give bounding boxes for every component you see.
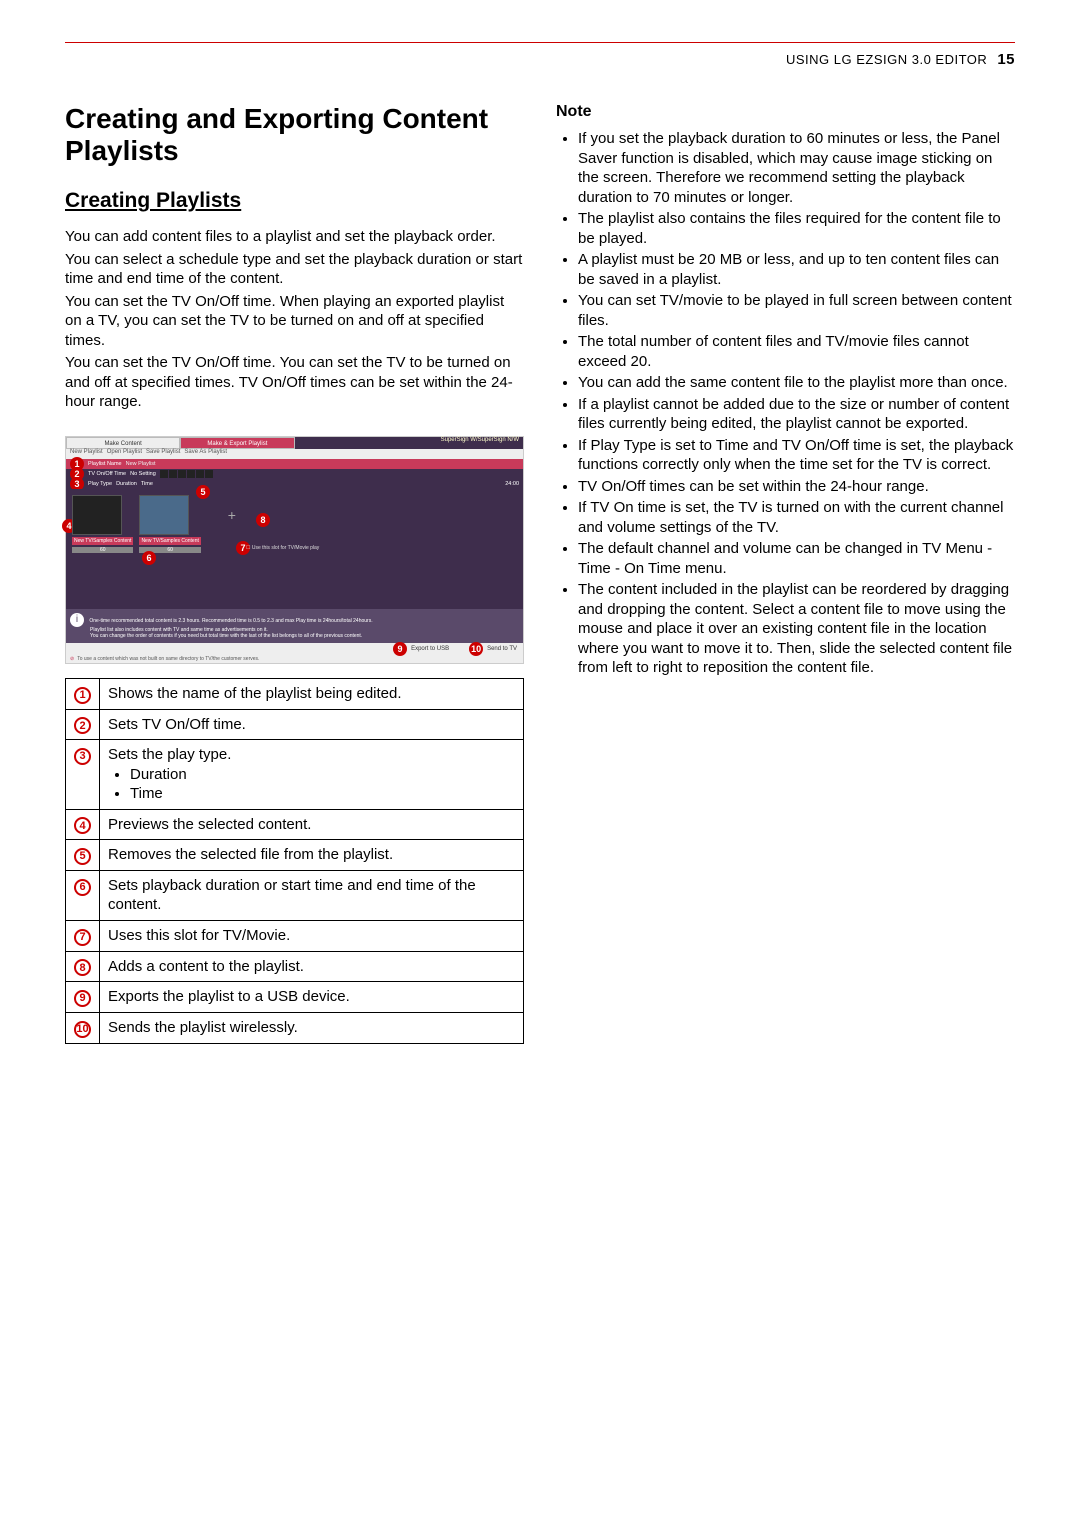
page-title: Creating and Exporting Content Playlists xyxy=(65,103,524,167)
list-item: A playlist must be 20 MB or less, and up… xyxy=(578,250,1015,289)
legend-table: 1Shows the name of the playlist being ed… xyxy=(65,678,524,1044)
table-row: 4Previews the selected content. xyxy=(66,809,524,840)
callout-6: 6 xyxy=(74,879,91,896)
tab-make-export: Make & Export Playlist xyxy=(180,437,294,449)
list-item: You can set TV/movie to be played in ful… xyxy=(578,291,1015,330)
list-item: The total number of content files and TV… xyxy=(578,332,1015,371)
row-tv-onoff: TV On/Off Time xyxy=(88,471,126,477)
list-item: TV On/Off times can be set within the 24… xyxy=(578,477,1015,497)
callout-5: 5 xyxy=(74,848,91,865)
btn-new-tv-content-1: New TV/Samples Content xyxy=(72,537,133,545)
list-item: The default channel and volume can be ch… xyxy=(578,539,1015,578)
section-title: Creating Playlists xyxy=(65,189,524,213)
table-row: 3Sets the play type. DurationTime xyxy=(66,740,524,810)
table-row: 1Shows the name of the playlist being ed… xyxy=(66,678,524,709)
footer-note: ⊘To use a content which was not built on… xyxy=(66,655,523,663)
notes-list: If you set the playback duration to 60 m… xyxy=(556,129,1015,678)
intro-p4: You can set the TV On/Off time. You can … xyxy=(65,353,524,412)
btn-open-playlist: Open Playlist xyxy=(107,449,142,459)
table-row: 2Sets TV On/Off time. xyxy=(66,709,524,740)
list-item: If TV On time is set, the TV is turned o… xyxy=(578,498,1015,537)
btn-new-tv-content-2: New TV/Samples Content xyxy=(139,537,200,545)
callout-1: 1 xyxy=(74,687,91,704)
table-row: 10Sends the playlist wirelessly. xyxy=(66,1012,524,1043)
list-item: The content included in the playlist can… xyxy=(578,580,1015,678)
tab-make-content: Make Content xyxy=(66,437,180,449)
row-play-type: Play Type xyxy=(88,481,112,487)
table-row: 7Uses this slot for TV/Movie. xyxy=(66,920,524,951)
callout-7: 7 xyxy=(74,929,91,946)
info-icon: i xyxy=(70,613,84,627)
thumb-preview xyxy=(72,495,122,535)
btn-saveas-playlist: Save As Playlist xyxy=(184,449,227,459)
list-item: If Play Type is set to Time and TV On/Of… xyxy=(578,436,1015,475)
row-playlist-name: 1 Playlist Name New Playlist xyxy=(66,459,523,469)
callout-2: 2 xyxy=(74,717,91,734)
btn-export-usb: Export to USB xyxy=(411,646,449,652)
checkbox-tv-movie: ☐ Use this slot for TV/Movie play xyxy=(246,545,319,551)
table-row: 8Adds a content to the playlist. xyxy=(66,951,524,982)
callout-8: 8 xyxy=(74,959,91,976)
link-supersign: SuperSign W/SuperSign N/W xyxy=(295,437,524,449)
intro-p2: You can select a schedule type and set t… xyxy=(65,250,524,289)
list-item: You can add the same content file to the… xyxy=(578,373,1015,393)
table-row: 9Exports the playlist to a USB device. xyxy=(66,982,524,1013)
callout-4: 4 xyxy=(74,817,91,834)
page-header: USING LG EZSIGN 3.0 EDITOR 15 xyxy=(65,51,1015,68)
info-panel: i One-time recommended total content is … xyxy=(66,609,523,643)
app-screenshot: Make Content Make & Export Playlist Supe… xyxy=(65,436,524,664)
intro-p3: You can set the TV On/Off time. When pla… xyxy=(65,292,524,351)
callout-10: 10 xyxy=(74,1021,91,1038)
table-row: 6Sets playback duration or start time an… xyxy=(66,870,524,920)
btn-save-playlist: Save Playlist xyxy=(146,449,180,459)
callout-3: 3 xyxy=(74,748,91,765)
header-title: USING LG EZSIGN 3.0 EDITOR xyxy=(786,52,987,67)
btn-send-tv: Send to TV xyxy=(487,646,517,652)
note-heading: Note xyxy=(556,103,1015,121)
intro-p1: You can add content files to a playlist … xyxy=(65,227,524,247)
add-slot-icon: + xyxy=(207,495,257,535)
callout-9: 9 xyxy=(74,990,91,1007)
page-number: 15 xyxy=(997,51,1015,68)
table-row: 5Removes the selected file from the play… xyxy=(66,840,524,871)
thumb-content xyxy=(139,495,189,535)
list-item: If a playlist cannot be added due to the… xyxy=(578,395,1015,434)
list-item: The playlist also contains the files req… xyxy=(578,209,1015,248)
list-item: If you set the playback duration to 60 m… xyxy=(578,129,1015,207)
